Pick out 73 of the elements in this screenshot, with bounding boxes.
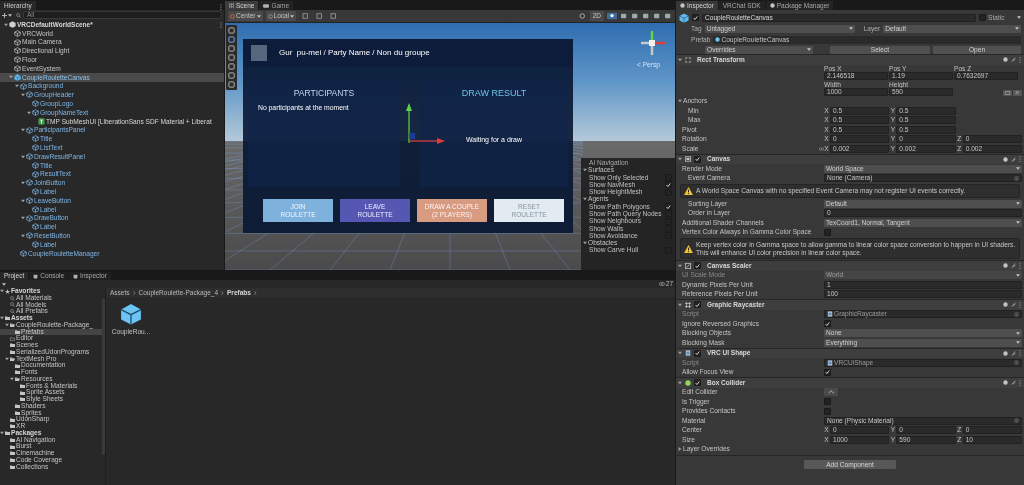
- active-checkbox[interactable]: [692, 14, 699, 21]
- expand-arrow-icon[interactable]: [21, 198, 25, 203]
- expand-arrow-icon[interactable]: [27, 110, 31, 115]
- caret-icon: [1016, 167, 1020, 171]
- polygon-icon: [827, 390, 835, 395]
- caret-icon: [290, 14, 295, 18]
- chevron-icon: [221, 290, 224, 295]
- add-icon[interactable]: [2, 12, 7, 18]
- cube-icon: [679, 12, 689, 23]
- eye-icon[interactable]: [658, 282, 665, 286]
- expand-arrow-icon[interactable]: [5, 356, 9, 361]
- chevron-icon: [253, 290, 257, 295]
- caret-icon: [807, 48, 811, 51]
- warning-icon: [684, 187, 693, 195]
- caret-icon: [1016, 341, 1020, 345]
- panel-title: PARTICIPANTS: [293, 87, 355, 100]
- caret-icon: [1016, 273, 1020, 277]
- caret-icon[interactable]: [8, 13, 12, 17]
- checkbox[interactable]: [665, 181, 672, 189]
- checkbox[interactable]: [665, 188, 672, 196]
- caret-icon: [1016, 202, 1020, 206]
- cube-icon[interactable]: [120, 303, 142, 325]
- panel-title: DRAW RESULT: [461, 87, 527, 100]
- expand-arrow-icon[interactable]: [10, 377, 14, 382]
- caret-icon: [1016, 331, 1020, 335]
- caret-icon[interactable]: [1017, 16, 1021, 19]
- enabled-checkbox[interactable]: [694, 262, 701, 270]
- enabled-checkbox[interactable]: [694, 379, 701, 387]
- link-icon[interactable]: [819, 146, 824, 151]
- edit-collider-button[interactable]: [824, 388, 838, 397]
- foldout-arrow-icon[interactable]: [678, 447, 682, 452]
- caret-icon: [1015, 27, 1019, 30]
- caret-icon: [848, 27, 853, 30]
- checkbox[interactable]: [824, 368, 831, 376]
- rect-transform-icon: [685, 56, 691, 63]
- chevron-icon: [132, 290, 136, 295]
- target-icon[interactable]: [1014, 360, 1019, 366]
- move-gizmo-drawing[interactable]: [405, 103, 445, 145]
- expand-arrow-icon[interactable]: [21, 154, 25, 159]
- folder-icon: [5, 316, 10, 321]
- star-icon: [5, 288, 10, 294]
- script-icon: [685, 350, 691, 357]
- expand-arrow-icon[interactable]: [4, 22, 8, 27]
- expand-arrow-icon[interactable]: [21, 216, 25, 221]
- group-logo-placeholder: [251, 45, 267, 61]
- expand-arrow-icon[interactable]: [21, 180, 25, 185]
- grid-icon: [229, 3, 234, 8]
- checkbox[interactable]: [665, 210, 672, 218]
- checkbox[interactable]: [824, 320, 831, 328]
- caret-icon: [256, 14, 261, 18]
- caret-icon[interactable]: [2, 282, 6, 286]
- group-name: Gur pu-mei / Party Name / Non du groupe: [279, 47, 430, 59]
- target-icon[interactable]: [1014, 311, 1019, 317]
- search-icon: [16, 12, 21, 18]
- enabled-checkbox[interactable]: [694, 349, 701, 357]
- expand-arrow-icon[interactable]: [0, 431, 4, 436]
- target-icon[interactable]: [1014, 175, 1019, 181]
- script-icon: [827, 311, 833, 318]
- expand-arrow-icon[interactable]: [21, 233, 25, 238]
- warning-icon: [684, 244, 693, 253]
- checkbox[interactable]: [824, 407, 831, 415]
- checkbox[interactable]: [824, 398, 831, 406]
- checkbox[interactable]: [824, 228, 831, 236]
- script-icon: [827, 359, 833, 366]
- caret-icon: [1016, 221, 1020, 225]
- cube-icon: [20, 249, 27, 257]
- target-icon[interactable]: [1014, 418, 1019, 424]
- static-checkbox[interactable]: [979, 14, 986, 21]
- expand-arrow-icon[interactable]: [21, 128, 25, 133]
- enabled-checkbox[interactable]: [694, 155, 701, 163]
- checkbox[interactable]: [665, 203, 672, 211]
- text-mesh-icon: [38, 117, 45, 125]
- enabled-checkbox[interactable]: [694, 301, 701, 309]
